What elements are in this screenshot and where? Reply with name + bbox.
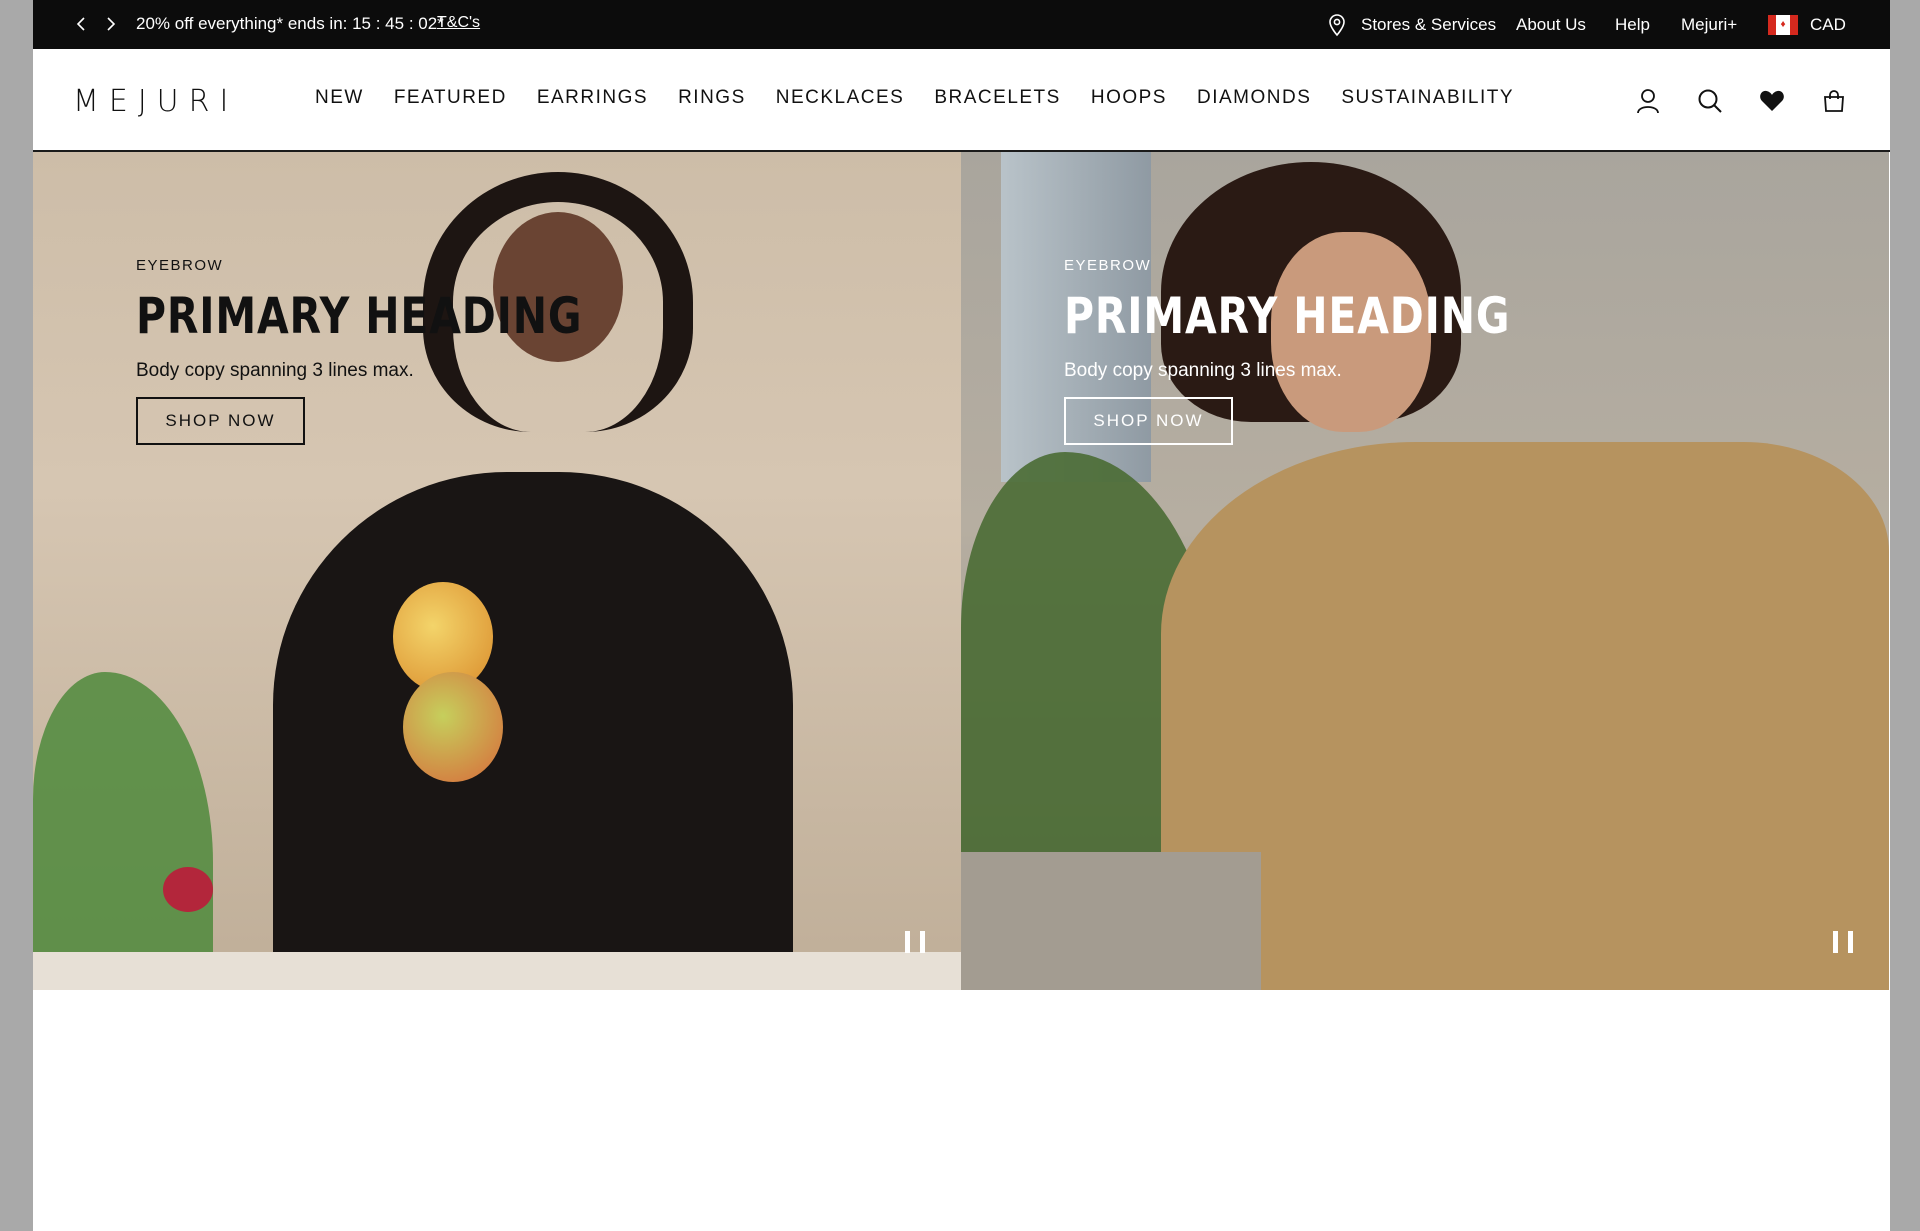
- tan-shirt-image: [1161, 442, 1889, 990]
- hero-panel-left[interactable]: EYEBROW PRIMARY HEADING Body copy spanni…: [33, 152, 961, 990]
- pause-icon[interactable]: [1833, 931, 1853, 953]
- nav-item-diamonds[interactable]: DIAMONDS: [1197, 87, 1311, 109]
- hero-body-copy: Body copy spanning 3 lines max.: [1064, 360, 1342, 381]
- chevron-left-icon[interactable]: [69, 12, 93, 36]
- main-nav: NEW FEATURED EARRINGS RINGS NECKLACES BR…: [315, 87, 1544, 109]
- greens-image: [33, 672, 213, 990]
- stores-services-label: Stores & Services: [1361, 14, 1497, 34]
- site-header: MEJURI NEW FEATURED EARRINGS RINGS NECKL…: [33, 49, 1890, 152]
- ledge-image: [961, 852, 1261, 990]
- shopping-bag-icon[interactable]: [1818, 85, 1850, 117]
- hero-heading: PRIMARY HEADING: [1064, 287, 1511, 345]
- help-link[interactable]: Help: [1615, 0, 1650, 49]
- search-icon[interactable]: [1694, 85, 1726, 117]
- logo[interactable]: MEJURI: [73, 84, 238, 119]
- pause-icon[interactable]: [905, 931, 925, 953]
- green-tomato-image: [403, 672, 503, 782]
- hero-heading: PRIMARY HEADING: [136, 287, 583, 345]
- hero-eyebrow: EYEBROW: [1064, 257, 1152, 274]
- hero-body-copy: Body copy spanning 3 lines max.: [136, 360, 414, 381]
- about-us-link[interactable]: About Us: [1516, 0, 1586, 49]
- mejuri-plus-label: Mejuri+: [1681, 14, 1738, 34]
- hero-eyebrow: EYEBROW: [136, 257, 224, 274]
- shop-now-button[interactable]: SHOP NOW: [136, 397, 305, 445]
- currency-label: CAD: [1810, 14, 1846, 34]
- help-label: Help: [1615, 14, 1650, 34]
- promo-countdown-text: 20% off everything* ends in: 15 : 45 : 0…: [136, 14, 444, 33]
- nav-item-bracelets[interactable]: BRACELETS: [934, 87, 1060, 109]
- nav-item-earrings[interactable]: EARRINGS: [537, 87, 648, 109]
- nav-item-sustainability[interactable]: SUSTAINABILITY: [1341, 87, 1514, 109]
- stores-services-link[interactable]: Stores & Services: [1327, 0, 1496, 49]
- header-icons: [1602, 85, 1850, 117]
- location-pin-icon: [1329, 13, 1345, 36]
- chevron-right-icon[interactable]: [99, 12, 123, 36]
- black-cardigan-image: [273, 472, 793, 990]
- heart-icon[interactable]: [1756, 85, 1788, 117]
- nav-item-featured[interactable]: FEATURED: [394, 87, 507, 109]
- canada-flag-icon: ♦: [1768, 14, 1798, 35]
- table-image: [33, 952, 961, 990]
- nav-item-hoops[interactable]: HOOPS: [1091, 87, 1167, 109]
- page: 20% off everything* ends in: 15 : 45 : 0…: [33, 0, 1890, 1231]
- account-icon[interactable]: [1632, 85, 1664, 117]
- radish-image: [163, 867, 213, 912]
- mejuri-plus-link[interactable]: Mejuri+: [1681, 0, 1737, 49]
- about-us-label: About Us: [1516, 14, 1586, 34]
- announcement-bar: 20% off everything* ends in: 15 : 45 : 0…: [33, 0, 1890, 49]
- hero-panel-right[interactable]: EYEBROW PRIMARY HEADING Body copy spanni…: [961, 152, 1889, 990]
- terms-link[interactable]: T&C's: [437, 14, 480, 32]
- nav-item-rings[interactable]: RINGS: [678, 87, 746, 109]
- currency-selector[interactable]: ♦ CAD: [1768, 0, 1846, 49]
- nav-item-new[interactable]: NEW: [315, 87, 364, 109]
- shop-now-button[interactable]: SHOP NOW: [1064, 397, 1233, 445]
- nav-item-necklaces[interactable]: NECKLACES: [776, 87, 905, 109]
